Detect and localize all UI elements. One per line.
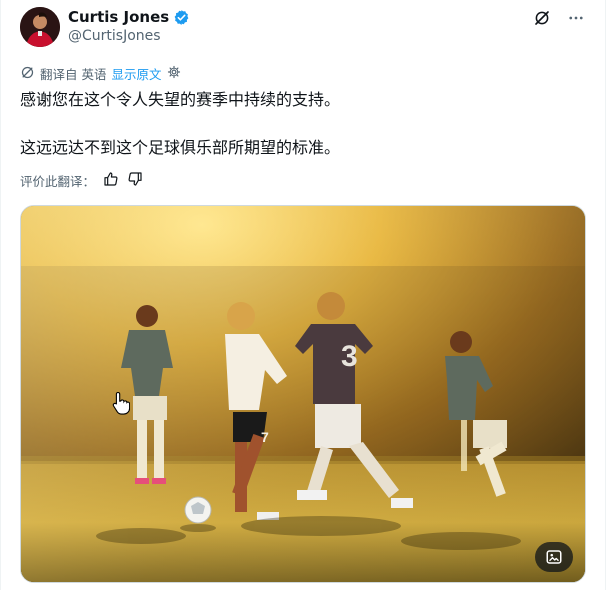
football <box>184 496 212 524</box>
tweet-text: 感谢您在这个令人失望的赛季中持续的支持。 这远远达不到这个足球俱乐部所期望的标准… <box>20 88 586 160</box>
tweet-photo[interactable]: 7 3 <box>20 205 586 583</box>
thumbs-down-icon[interactable] <box>127 171 143 190</box>
image-edit-icon <box>545 548 563 566</box>
user-handle[interactable]: @CurtisJones <box>68 28 161 44</box>
thumbs-up-icon[interactable] <box>103 171 119 190</box>
grok-icon[interactable] <box>532 8 552 28</box>
verified-badge-icon[interactable] <box>173 9 190 26</box>
author-name-row: Curtis Jones <box>68 7 190 27</box>
player-white-number: 7 <box>261 429 269 445</box>
rate-translation: 评价此翻译： <box>20 171 143 190</box>
hand-cursor-icon <box>112 391 131 415</box>
settings-icon[interactable] <box>167 65 181 82</box>
player-claret-number: 3 <box>341 340 358 373</box>
show-original-link[interactable]: 显示原文 <box>111 64 161 83</box>
header-actions <box>532 8 586 28</box>
more-icon[interactable] <box>566 8 586 28</box>
translated-from-label: 翻译自 英语 <box>40 67 107 82</box>
tweet-line-2: 这远远达不到这个足球俱乐部所期望的标准。 <box>20 138 341 157</box>
image-edit-button[interactable] <box>535 542 573 572</box>
tweet-line-1: 感谢您在这个令人失望的赛季中持续的支持。 <box>20 90 341 109</box>
avatar[interactable] <box>20 7 60 47</box>
display-name[interactable]: Curtis Jones <box>68 8 169 26</box>
frame-border-left <box>0 0 1 590</box>
rate-translation-label: 评价此翻译： <box>20 174 96 189</box>
translate-icon <box>20 65 35 83</box>
translation-notice: 翻译自 英语 显示原文 <box>20 64 181 83</box>
